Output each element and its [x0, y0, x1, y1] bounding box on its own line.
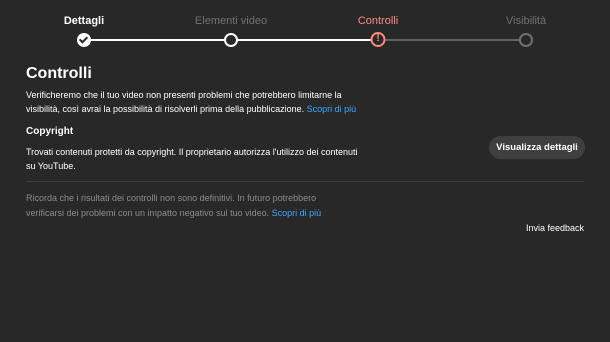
step-node-visibilita[interactable] — [519, 33, 533, 47]
checks-intro: Verificheremo che il tuo video non prese… — [26, 88, 376, 116]
stepper-track-remaining — [378, 39, 526, 41]
step-label-elementi-video[interactable]: Elementi video — [195, 15, 267, 27]
send-feedback-link[interactable]: Invia feedback — [526, 223, 584, 233]
step-label-visibilita[interactable]: Visibilità — [506, 15, 546, 27]
divider — [26, 181, 584, 182]
view-details-button[interactable]: Visualizza dettagli — [489, 136, 585, 159]
warning-icon[interactable] — [370, 32, 386, 47]
copyright-heading: Copyright — [26, 126, 74, 137]
copyright-description: Trovati contenuti protetti da copyright.… — [26, 147, 358, 171]
disclaimer-learn-more-link[interactable]: Scopri di più — [272, 208, 322, 218]
learn-more-link[interactable]: Scopri di più — [307, 104, 357, 114]
page-title: Controlli — [26, 65, 92, 82]
step-label-controlli[interactable]: Controlli — [358, 15, 398, 27]
step-label-dettagli[interactable]: Dettagli — [64, 15, 104, 27]
progress-stepper: Dettagli Elementi video Controlli Visibi… — [0, 0, 610, 60]
step-node-elementi-video[interactable] — [224, 33, 238, 47]
checks-intro-text: Verificheremo che il tuo video non prese… — [26, 90, 342, 114]
check-icon[interactable] — [77, 33, 91, 47]
disclaimer: Ricorda che i risultati dei controlli no… — [26, 191, 356, 221]
